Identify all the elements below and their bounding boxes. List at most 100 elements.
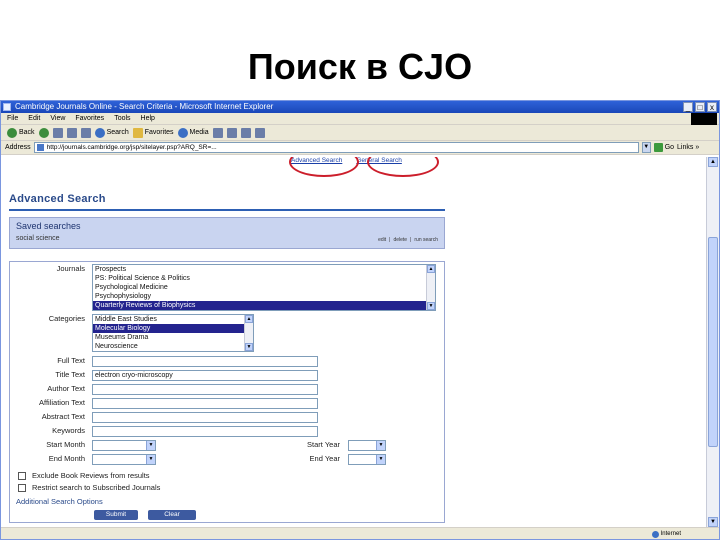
media-icon <box>177 127 188 138</box>
go-button[interactable]: Go <box>653 143 674 152</box>
globe-icon <box>651 530 659 538</box>
address-dropdown-icon[interactable]: ▼ <box>641 142 651 153</box>
annotation-circle-advanced <box>289 157 359 177</box>
forward-button[interactable] <box>38 127 49 138</box>
page-scrollbar[interactable]: ▲ ▼ <box>706 157 719 527</box>
advanced-search-form: Journals Prospects PS: Political Science… <box>9 261 445 523</box>
address-label: Address <box>5 144 31 151</box>
minimize-button[interactable]: _ <box>683 102 693 112</box>
categories-scrollbar[interactable]: ▲ ▼ <box>244 315 253 351</box>
page-content: Advanced Search General Search Advanced … <box>1 157 707 527</box>
slide-title: Поиск в CJO <box>247 46 473 87</box>
history-button[interactable] <box>212 127 223 138</box>
window-titlebar[interactable]: Cambridge Journals Online - Search Crite… <box>1 101 719 113</box>
journals-label: Journals <box>56 264 85 273</box>
search-button[interactable]: Search <box>94 127 129 138</box>
journals-listbox[interactable]: Prospects PS: Political Science & Politi… <box>92 264 436 311</box>
journal-option[interactable]: Psychological Medicine <box>93 283 435 292</box>
edit-button[interactable] <box>254 127 265 138</box>
refresh-button[interactable] <box>66 127 77 138</box>
scroll-up-icon[interactable]: ▲ <box>245 315 253 323</box>
stop-button[interactable] <box>52 127 63 138</box>
saved-searches-title: Saved searches <box>16 221 81 231</box>
media-button[interactable]: Media <box>177 127 209 138</box>
restrict-subscribed-label: Restrict search to Subscribed Journals <box>32 483 161 492</box>
history-icon <box>212 127 223 138</box>
menu-bar: File Edit View Favorites Tools Help <box>1 113 719 125</box>
close-button[interactable]: x <box>707 102 717 112</box>
abstract-text-input[interactable] <box>92 412 318 423</box>
run-saved-link[interactable]: run search <box>414 237 438 243</box>
author-text-input[interactable] <box>92 384 318 395</box>
affiliation-text-input[interactable] <box>92 398 318 409</box>
address-input[interactable]: http://journals.cambridge.org/jsp/sitela… <box>33 142 639 153</box>
start-month-label: Start Month <box>46 440 85 449</box>
exclude-book-reviews-checkbox[interactable] <box>18 472 26 480</box>
scroll-down-icon[interactable]: ▼ <box>427 302 435 310</box>
additional-options-link[interactable]: Additional Search Options <box>16 497 103 506</box>
title-text-label: Title Text <box>55 370 85 379</box>
journal-option[interactable]: PS: Political Science & Politics <box>93 274 435 283</box>
search-icon <box>94 127 105 138</box>
category-option[interactable]: Neuroscience <box>93 342 253 351</box>
journal-option-selected[interactable]: Quarterly Reviews of Biophysics <box>93 301 435 310</box>
categories-label: Categories <box>48 314 85 323</box>
status-bar: Internet <box>1 527 719 539</box>
start-year-select[interactable]: ▼ <box>348 440 386 451</box>
mail-button[interactable] <box>226 127 237 138</box>
chevron-down-icon[interactable]: ▼ <box>146 455 155 464</box>
affiliation-text-label: Affiliation Text <box>39 398 85 407</box>
end-month-label: End Month <box>48 454 85 463</box>
security-zone: Internet <box>651 528 681 539</box>
links-button[interactable]: Links » <box>677 144 699 151</box>
home-button[interactable] <box>80 127 91 138</box>
annotation-circle-general <box>367 157 439 177</box>
submit-button[interactable]: Submit <box>94 510 138 520</box>
keywords-label: Keywords <box>52 426 85 435</box>
restrict-subscribed-checkbox[interactable] <box>18 484 26 492</box>
category-option[interactable]: Museums Drama <box>93 333 253 342</box>
scroll-thumb[interactable] <box>708 237 718 447</box>
favorites-button[interactable]: Favorites <box>132 127 174 138</box>
category-option-selected[interactable]: Molecular Biology <box>93 324 253 333</box>
journal-option[interactable]: Psychophysiology <box>93 292 435 301</box>
full-text-input[interactable] <box>92 356 318 367</box>
delete-saved-link[interactable]: delete <box>393 237 407 243</box>
chevron-down-icon[interactable]: ▼ <box>146 441 155 450</box>
edit-saved-link[interactable]: edit <box>378 237 386 243</box>
browser-toolbar: Back Search Favorites Media <box>1 125 719 141</box>
print-button[interactable] <box>240 127 251 138</box>
category-option[interactable]: Middle East Studies <box>93 315 253 324</box>
menu-help[interactable]: Help <box>141 113 155 124</box>
chevron-down-icon[interactable]: ▼ <box>376 441 385 450</box>
page-icon <box>36 144 44 151</box>
menu-file[interactable]: File <box>7 113 18 124</box>
menu-favorites[interactable]: Favorites <box>75 113 104 124</box>
keywords-input[interactable] <box>92 426 318 437</box>
menu-tools[interactable]: Tools <box>114 113 130 124</box>
end-month-select[interactable]: ▼ <box>92 454 156 465</box>
maximize-button[interactable]: □ <box>695 102 705 112</box>
journals-scrollbar[interactable]: ▲ ▼ <box>426 265 435 310</box>
end-year-select[interactable]: ▼ <box>348 454 386 465</box>
menu-edit[interactable]: Edit <box>28 113 40 124</box>
ie-app-icon <box>3 103 11 111</box>
scroll-down-icon[interactable]: ▼ <box>708 517 718 527</box>
start-year-label: Start Year <box>307 440 340 449</box>
title-text-input[interactable]: electron cryo-microscopy <box>92 370 318 381</box>
scroll-up-icon[interactable]: ▲ <box>427 265 435 273</box>
menu-view[interactable]: View <box>50 113 65 124</box>
scroll-down-icon[interactable]: ▼ <box>245 343 253 351</box>
chevron-down-icon[interactable]: ▼ <box>376 455 385 464</box>
start-month-select[interactable]: ▼ <box>92 440 156 451</box>
saved-search-name[interactable]: social science <box>16 235 60 242</box>
zone-label: Internet <box>660 531 681 537</box>
clear-button[interactable]: Clear <box>148 510 196 520</box>
separator: | <box>389 237 391 243</box>
back-button[interactable]: Back <box>7 127 35 138</box>
categories-listbox[interactable]: Middle East Studies Molecular Biology Mu… <box>92 314 254 352</box>
refresh-icon <box>66 127 77 138</box>
journal-option[interactable]: Prospects <box>93 265 435 274</box>
author-text-label: Author Text <box>47 384 85 393</box>
scroll-up-icon[interactable]: ▲ <box>708 157 718 167</box>
